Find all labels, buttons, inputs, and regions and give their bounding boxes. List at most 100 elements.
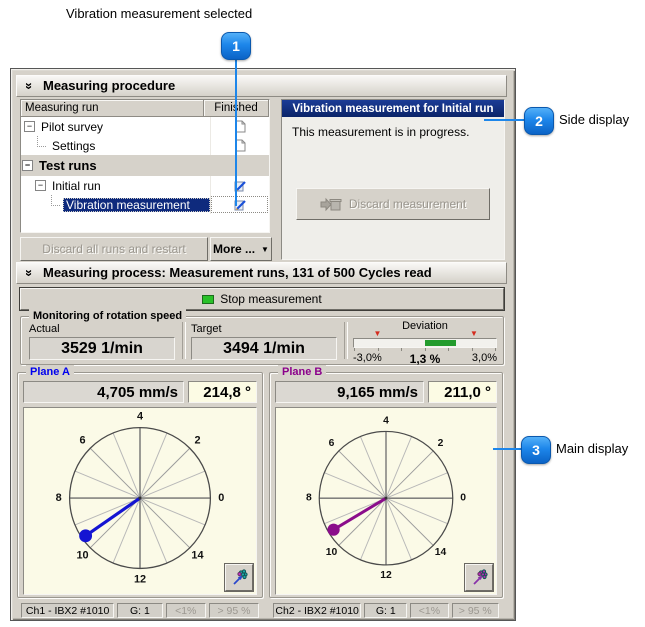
deviation-max-label: 3,0% (471, 352, 497, 364)
side-panel-title: Vibration measurement for Initial run (282, 100, 504, 117)
high-level-label: > 95 % (451, 603, 499, 618)
tree-guide-icon (37, 136, 46, 147)
table-row-initial-run[interactable]: − Initial run (21, 176, 269, 195)
svg-text:10: 10 (326, 547, 338, 558)
expander-icon[interactable]: − (24, 121, 35, 132)
stop-measurement-button[interactable]: Stop measurement (20, 288, 504, 310)
plane-a-legend: Plane A (26, 365, 74, 379)
callout-badge-3: 3 (521, 436, 551, 464)
finished-cell (210, 117, 269, 136)
callout-line-3 (493, 448, 521, 450)
expander-icon[interactable]: − (22, 160, 33, 171)
measuring-procedure-title: Measuring procedure (43, 78, 176, 93)
plane-b-groupbox: Plane B 9,165 mm/s 211,0 ° 0 2 4 6 8 10 12 14 (269, 365, 503, 598)
row-label: Settings (52, 138, 96, 153)
measurement-points-wand-icon (232, 569, 248, 585)
expander-icon[interactable]: − (35, 180, 46, 191)
svg-text:14: 14 (435, 547, 447, 558)
plane-a-groupbox: Plane A 4,705 mm/s 214,8 ° 0 2 4 6 8 10 12 14 (17, 365, 263, 598)
gain-label: G: 1 (364, 603, 408, 618)
low-level-label: <1% (410, 603, 449, 618)
green-led-icon (202, 294, 215, 304)
polar-chart-svg: 0 2 4 6 8 10 12 14 (306, 416, 466, 581)
svg-text:8: 8 (56, 492, 62, 504)
more-label: More ... (213, 242, 256, 256)
plane-b-statusbar: Ch2 - IBX2 #1010 G: 1 <1% > 95 % (273, 603, 499, 618)
svg-text:4: 4 (137, 411, 143, 423)
deviation-ticks (353, 348, 497, 351)
svg-text:2: 2 (194, 435, 200, 447)
callout-label-main-display: Main display (556, 441, 629, 456)
finished-cell (210, 176, 269, 195)
finished-cell (211, 155, 269, 176)
column-header-measuring-run: Measuring run (21, 100, 204, 117)
svg-text:10: 10 (76, 550, 88, 562)
separator (344, 322, 348, 359)
channel-label: Ch2 - IBX2 #1010 (273, 603, 362, 618)
annotation-title: Vibration measurement selected (66, 6, 253, 21)
table-row-pilot-survey[interactable]: − Pilot survey (21, 117, 269, 136)
channel-label: Ch1 - IBX2 #1010 (21, 603, 115, 618)
svg-text:6: 6 (329, 438, 335, 449)
measurement-points-wand-icon (472, 569, 488, 585)
plane-a-statusbar: Ch1 - IBX2 #1010 G: 1 <1% > 95 % (21, 603, 259, 618)
row-label: Pilot survey (41, 119, 104, 134)
low-level-label: <1% (165, 603, 206, 618)
deviation-gauge: Deviation ▼ ▼ -3,0% 1,3 % 3,0% (353, 320, 497, 366)
actual-speed-block: Actual 3529 1/min (29, 323, 175, 360)
side-panel-message: This measurement is in progress. (292, 125, 470, 139)
plane-b-polar-chart: 0 2 4 6 8 10 12 14 (275, 407, 497, 595)
deviation-value-label: 1,3 % (409, 352, 441, 366)
svg-text:0: 0 (460, 493, 466, 504)
callout-line-1 (235, 58, 237, 206)
plane-b-phase-display: 211,0 ° (428, 381, 497, 403)
more-button[interactable]: More ... ▼ (210, 237, 272, 261)
plane-a-wand-button[interactable] (225, 564, 253, 591)
rotation-speed-legend: Monitoring of rotation speed (29, 309, 187, 323)
discard-all-runs-button[interactable]: Discard all runs and restart (20, 237, 208, 261)
measurement-window: » Measuring procedure Measuring run Fini… (10, 68, 516, 621)
stop-measurement-label: Stop measurement (220, 292, 322, 306)
callout-label-side-display: Side display (559, 112, 630, 127)
svg-text:8: 8 (306, 493, 312, 504)
deviation-track (353, 338, 497, 348)
side-display-panel: Vibration measurement for Initial run Th… (281, 99, 505, 260)
collapse-chevron-icon: » (22, 82, 37, 90)
actual-label: Actual (29, 323, 60, 335)
deviation-high-marker-icon: ▼ (469, 329, 478, 338)
plane-b-wand-button[interactable] (465, 564, 493, 591)
target-speed-display: 3494 1/min (191, 337, 337, 360)
plane-b-magnitude-display: 9,165 mm/s (275, 381, 424, 403)
plane-a-polar-chart: 0 2 4 6 8 10 12 14 (23, 407, 257, 595)
collapse-chevron-icon: » (22, 269, 37, 277)
finished-cell (210, 136, 269, 155)
svg-text:12: 12 (134, 573, 146, 585)
dropdown-arrow-icon: ▼ (261, 244, 269, 254)
measuring-run-table: Measuring run Finished − Pilot survey Se… (20, 99, 270, 233)
measuring-process-header[interactable]: » Measuring process: Measurement runs, 1… (16, 262, 507, 284)
row-label-selected: Vibration measurement (63, 197, 210, 212)
discard-measurement-button[interactable]: Discard measurement (296, 188, 490, 220)
separator (182, 322, 186, 359)
table-row-test-runs[interactable]: − Test runs (21, 155, 269, 176)
measuring-process-title: Measuring process: Measurement runs, 131… (43, 265, 432, 280)
finished-cell (210, 195, 269, 214)
tree-guide-icon (51, 195, 60, 206)
rotation-speed-groupbox: Monitoring of rotation speed Actual 3529… (20, 309, 504, 366)
measuring-procedure-header[interactable]: » Measuring procedure (16, 75, 507, 97)
plane-a-phase-display: 214,8 ° (188, 381, 257, 403)
target-label: Target (191, 323, 222, 335)
actual-speed-display: 3529 1/min (29, 337, 175, 360)
table-row-settings[interactable]: Settings (21, 136, 269, 155)
callout-badge-1: 1 (221, 32, 251, 60)
svg-text:2: 2 (438, 438, 444, 449)
deviation-low-marker-icon: ▼ (373, 329, 382, 338)
high-level-label: > 95 % (208, 603, 259, 618)
gain-label: G: 1 (117, 603, 163, 618)
table-row-vibration-measurement[interactable]: Vibration measurement (21, 195, 269, 214)
discard-all-runs-label: Discard all runs and restart (42, 242, 186, 256)
polar-chart-svg: 0 2 4 6 8 10 12 14 (56, 411, 225, 586)
callout-line-2 (484, 119, 524, 121)
svg-text:6: 6 (79, 435, 85, 447)
plane-b-legend: Plane B (278, 365, 327, 379)
